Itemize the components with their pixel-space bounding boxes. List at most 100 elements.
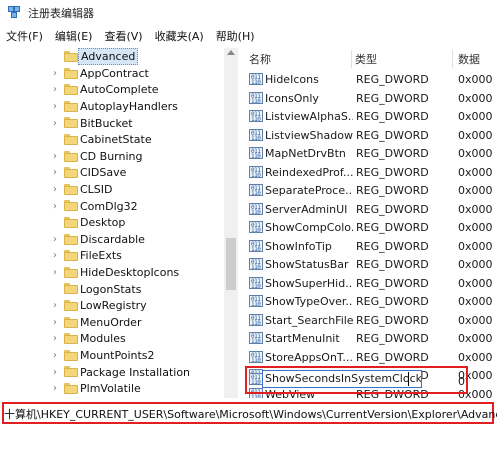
chevron-right-icon[interactable]: › [50,333,60,344]
chevron-right-icon[interactable]: › [50,101,60,112]
tree-item-autoplayhandlers[interactable]: › AutoplayHandlers [0,98,224,116]
tree-item-plmvolatile[interactable]: › PlmVolatile [0,380,224,398]
value-row[interactable]: 011 110 ServerAdminUI REG_DWORD 0x000 [245,200,497,220]
values-list: 名称 类型 数据 011 110 HideIcons REG_DWORD 0x000 01… [245,48,497,398]
reg-dword-icon: 011110 [249,221,263,234]
tree-item-cidsave[interactable]: › CIDSave [0,164,224,182]
value-row[interactable]: 011 110 MapNetDrvBtn REG_DWORD 0x000 [245,144,497,164]
value-data: 0x000 [458,110,493,124]
scroll-thumb[interactable] [226,238,236,290]
value-row[interactable]: 011 110 StoreAppsOnT... REG_DWORD 0x000 [245,348,497,368]
chevron-right-icon[interactable]: › [50,300,60,311]
folder-icon [64,67,78,79]
reg-dword-icon: 011110 [249,110,263,123]
tree-item-logonstats[interactable]: LogonStats [0,280,224,298]
value-row[interactable]: 011 110 ShowStatusBar REG_DWORD 0x000 [245,255,497,275]
value-row[interactable]: 011 110 SeparateProce... REG_DWORD 0x000 [245,181,497,201]
chevron-right-icon[interactable]: › [50,201,60,212]
tree-item-mountpoints2[interactable]: › MountPoints2 [0,347,224,365]
folder-icon [64,150,78,162]
menu-edit[interactable]: 编辑(E) [49,26,99,48]
value-type: REG_DWORD [356,332,429,346]
chevron-right-icon[interactable]: › [50,267,60,278]
tree-item-label: BitBucket [80,116,133,130]
chevron-right-icon[interactable]: › [50,383,60,394]
folder-icon [64,316,78,328]
value-data: 0x000 [458,221,493,235]
value-name: ShowStatusBar [265,258,349,272]
tree-item-advanced[interactable]: Advanced [0,48,224,66]
value-row[interactable]: 011 110 HideIcons REG_DWORD 0x000 [245,70,497,90]
tree-item-label: Modules [80,332,126,346]
value-name: SeparateProce... [265,184,353,198]
tree-item-fileexts[interactable]: › FileExts [0,247,224,265]
menu-view[interactable]: 查看(V) [98,26,148,48]
tree-item-clsid[interactable]: › CLSID [0,181,224,199]
tree-item-modules[interactable]: › Modules [0,330,224,348]
value-name: HideIcons [265,73,319,87]
chevron-right-icon[interactable]: › [50,84,60,95]
chevron-right-icon[interactable]: › [50,234,60,245]
chevron-right-icon[interactable]: › [50,167,60,178]
tree-item-bitbucket[interactable]: › BitBucket [0,114,224,132]
folder-icon [64,84,78,96]
reg-dword-icon: 011110 [249,147,263,160]
rename-value-input[interactable]: ShowSecondsInSystemClock [262,370,422,388]
value-row[interactable]: 011 110 ShowInfoTip REG_DWORD 0x000 [245,237,497,257]
value-name: ListviewAlphaS... [265,110,353,124]
tree-item-lowregistry[interactable]: › LowRegistry [0,297,224,315]
reg-dword-icon: 011110 [249,258,263,271]
column-header-data[interactable]: 数据 [458,48,480,70]
value-type: REG_DWORD [356,165,429,179]
tree-item-cabinetstate[interactable]: CabinetState [0,131,224,149]
reg-dword-icon: 011110 [249,276,263,289]
tree-scrollbar[interactable] [224,48,238,398]
reg-dword-icon: 011110 [249,91,263,104]
chevron-right-icon[interactable]: › [50,184,60,195]
tree-item-hidedesktopicons[interactable]: › HideDesktopIcons [0,264,224,282]
key-tree[interactable]: Advanced › AppContract › AutoComplete › Autopl… [0,48,238,398]
value-type: REG_DWORD [356,202,429,216]
chevron-right-icon[interactable]: › [50,350,60,361]
menu-file[interactable]: 文件(F) [0,26,49,48]
value-row[interactable]: 011 110 StartMenuInit REG_DWORD 0x000 [245,329,497,349]
column-divider[interactable] [351,50,352,68]
tree-item-autocomplete[interactable]: › AutoComplete [0,81,224,99]
value-type: REG_DWORD [356,313,429,327]
tree-item-label: CabinetState [80,133,152,147]
chevron-right-icon[interactable]: › [50,367,60,378]
tree-item-desktop[interactable]: Desktop [0,214,224,232]
folder-icon [64,51,78,62]
chevron-right-icon[interactable]: › [50,151,60,162]
value-row[interactable]: 011 110 ShowSuperHid... REG_DWORD 0x000 [245,274,497,294]
tree-item-comdlg32[interactable]: › ComDlg32 [0,197,224,215]
value-row[interactable]: 011 110 Start_SearchFiles REG_DWORD 0x000 [245,311,497,331]
value-row[interactable]: 011 110 ListviewShadow REG_DWORD 0x000 [245,126,497,146]
chevron-right-icon[interactable]: › [50,317,60,328]
tree-item-package-installation[interactable]: › Package Installation [0,363,224,381]
window-title: 注册表编辑器 [28,7,94,20]
column-header-type[interactable]: 类型 [355,48,377,70]
reg-dword-icon: 011110 [249,295,263,308]
tree-item-cd-burning[interactable]: › CD Burning [0,148,224,166]
menu-favorites[interactable]: 收藏夹(A) [149,26,210,48]
value-row[interactable]: 011 110 ShowCompColo... REG_DWORD 0x000 [245,218,497,238]
reg-dword-icon: 011110 [249,239,263,252]
column-divider[interactable] [452,50,453,68]
chevron-right-icon[interactable]: › [50,118,60,129]
value-name: StoreAppsOnT... [265,350,353,364]
value-row[interactable]: 011 110 ListviewAlphaS... REG_DWORD 0x000 [245,107,497,127]
folder-icon [64,167,78,179]
column-header-name[interactable]: 名称 [249,48,271,70]
scroll-up-arrow-icon[interactable] [227,50,235,55]
tree-item-menuorder[interactable]: › MenuOrder [0,314,224,332]
value-row[interactable]: 011 110 IconsOnly REG_DWORD 0x000 [245,89,497,109]
chevron-right-icon[interactable]: › [50,68,60,79]
chevron-right-icon[interactable]: › [50,250,60,261]
tree-item-appcontract[interactable]: › AppContract [0,65,224,83]
value-data: 0x000 [458,276,493,290]
value-row[interactable]: 011 110 ShowTypeOver... REG_DWORD 0x000 [245,292,497,312]
value-row[interactable]: 011 110 ReindexedProf... REG_DWORD 0x000 [245,163,497,183]
menu-help[interactable]: 帮助(H) [210,26,261,48]
tree-item-discardable[interactable]: › Discardable [0,231,224,249]
